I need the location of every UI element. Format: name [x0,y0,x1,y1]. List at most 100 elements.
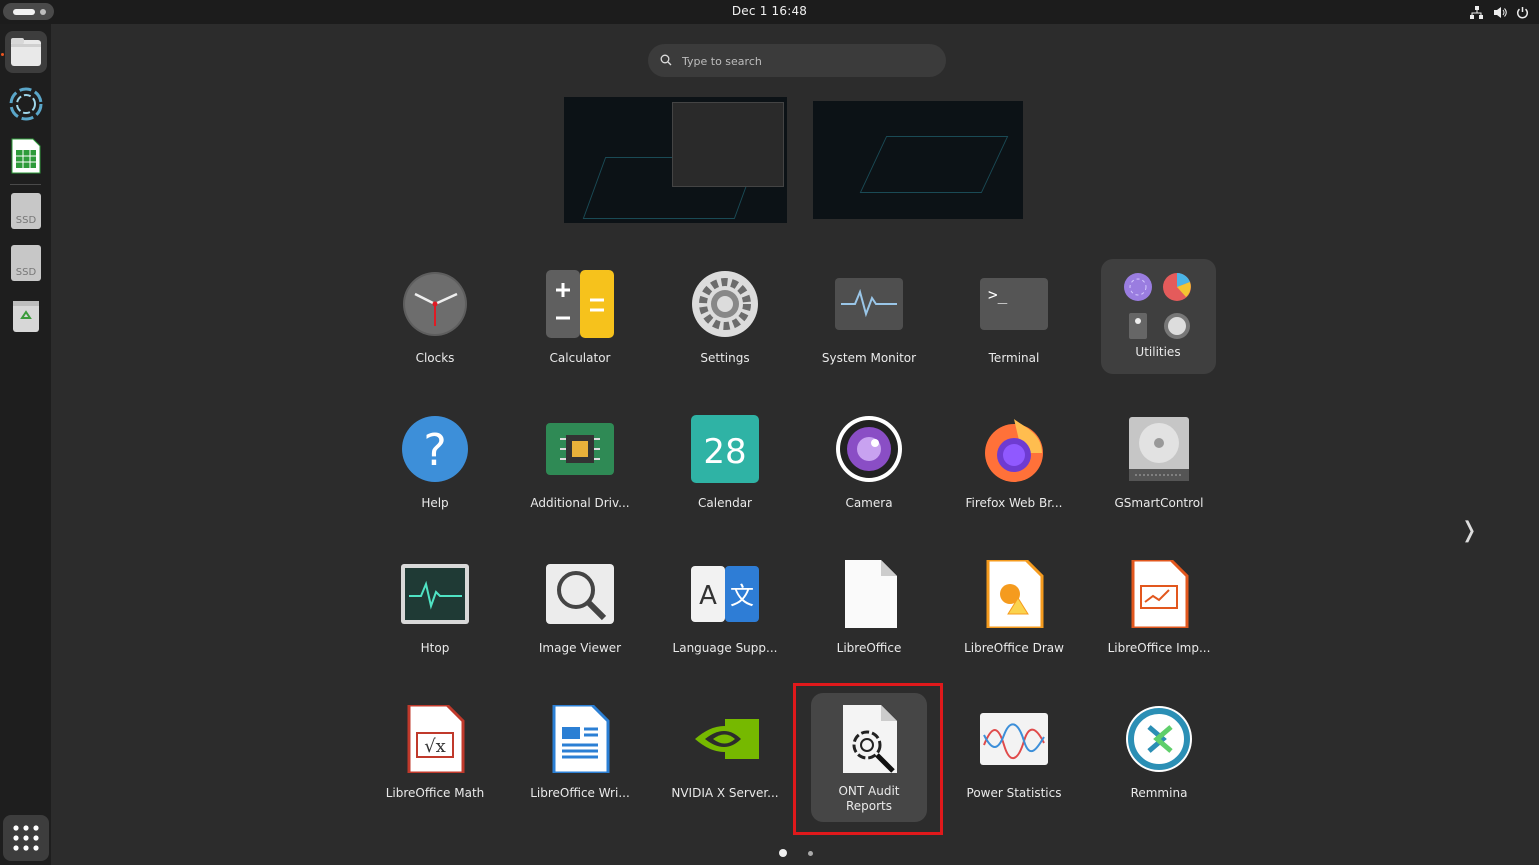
app-libreoffice[interactable]: LibreOffice [807,552,931,664]
files-icon [11,38,41,66]
app-language-support[interactable]: A文 Language Supp... [663,552,787,664]
magnifier-icon [546,564,614,624]
app-label: Power Statistics [966,786,1062,800]
workspace-thumbnail-2[interactable] [813,101,1023,219]
app-label: LibreOffice Imp... [1107,641,1211,655]
running-indicator [1,53,4,56]
help-icon: ? [402,416,468,482]
app-libreoffice-impress[interactable]: LibreOffice Imp... [1097,552,1221,664]
app-label: NVIDIA X Server... [671,786,779,800]
next-page-arrow[interactable]: ❭ [1460,518,1478,543]
selection-highlight-box [793,683,943,835]
app-label: LibreOffice [836,641,902,655]
power-icon[interactable] [1516,4,1529,19]
app-libreoffice-draw[interactable]: LibreOffice Draw [952,552,1076,664]
search-bar[interactable] [648,44,946,79]
clock[interactable]: Dec 1 16:48 [0,4,1539,18]
app-label: Terminal [988,351,1040,365]
search-input[interactable] [680,44,934,79]
app-firefox[interactable]: Firefox Web Br... [952,407,1076,519]
settings-gear-icon [692,271,758,337]
ssd-drive-icon: SSD [11,193,41,229]
dock-files[interactable] [5,31,47,73]
page-indicator-next[interactable] [808,851,813,856]
ssd-drive-icon: SSD [11,245,41,281]
calendar-icon: 28 [691,415,759,483]
app-camera[interactable]: Camera [807,407,931,519]
app-calculator[interactable]: Calculator [518,262,642,374]
page-indicator-current[interactable] [779,849,787,857]
app-label: LibreOffice Draw [964,641,1064,655]
app-label: Calendar [698,496,752,510]
app-power-statistics[interactable]: Power Statistics [952,697,1076,809]
volume-icon[interactable] [1493,4,1507,18]
app-label: Calculator [549,351,611,365]
app-system-monitor[interactable]: System Monitor [807,262,931,374]
utilities-folder-icons [1124,273,1191,339]
svg-text:?: ? [423,425,446,476]
app-label: GSmartControl [1114,496,1204,510]
app-terminal[interactable]: >_ Terminal [952,262,1076,374]
libreoffice-math-icon: √x [407,705,465,773]
system-monitor-icon [835,278,903,330]
network-icon[interactable] [1470,4,1483,19]
top-bar: Dec 1 16:48 [0,0,1539,24]
svg-text:>_: >_ [988,285,1008,304]
app-label: Additional Driv... [530,496,630,510]
hard-drive-icon [1129,417,1189,481]
dock-ssd-1[interactable]: SSD [5,190,47,232]
clock-icon [403,272,467,336]
app-label: Settings [700,351,750,365]
htop-monitor-icon [401,564,469,624]
dock-separator [10,184,41,185]
svg-text:28: 28 [703,432,746,472]
svg-text:A: A [699,581,717,611]
app-label: Htop [420,641,450,655]
window-preview[interactable] [672,102,784,187]
folder-utilities[interactable]: Utilities [1101,259,1216,374]
remmina-icon [1126,706,1192,772]
ont-audit-icon [9,87,43,121]
app-settings[interactable]: Settings [663,262,787,374]
power-statistics-icon [980,713,1048,765]
app-label: System Monitor [821,351,917,365]
app-additional-drivers[interactable]: Additional Driv... [518,407,642,519]
app-label: Firefox Web Br... [965,496,1063,510]
language-icon: A文 [691,566,759,622]
svg-text:√x: √x [424,736,446,757]
app-label: Utilities [1135,345,1181,359]
app-libreoffice-math[interactable]: √x LibreOffice Math [373,697,497,809]
calculator-icon [546,270,614,338]
app-nvidia-settings[interactable]: NVIDIA X Server... [663,697,787,809]
app-label: Language Supp... [672,641,778,655]
camera-icon [836,416,902,482]
app-label: Camera [845,496,893,510]
app-clocks[interactable]: Clocks [373,262,497,374]
libreoffice-draw-icon [986,560,1044,628]
app-libreoffice-writer[interactable]: LibreOffice Wri... [518,697,642,809]
dock-ont-audit[interactable] [5,83,47,125]
chip-icon [546,423,614,475]
firefox-icon [985,419,1043,482]
show-apps-button[interactable] [3,815,49,861]
trash-icon [13,301,39,332]
dock-ssd-2[interactable]: SSD [5,242,47,284]
app-label: LibreOffice Wri... [530,786,630,800]
app-gsmartcontrol[interactable]: GSmartControl [1097,407,1221,519]
workspace-thumbnail-1[interactable] [564,97,787,223]
dock-trash[interactable] [5,294,47,336]
system-tray[interactable] [1470,4,1529,19]
app-htop[interactable]: Htop [373,552,497,664]
document-icon [845,560,897,628]
dock: SSD SSD [0,24,51,865]
app-image-viewer[interactable]: Image Viewer [518,552,642,664]
dock-libreoffice-calc[interactable] [5,135,47,177]
app-calendar[interactable]: 28 Calendar [663,407,787,519]
app-label: Image Viewer [538,641,622,655]
svg-text:文: 文 [730,582,754,610]
app-label: LibreOffice Math [385,786,485,800]
app-help[interactable]: ? Help [373,407,497,519]
search-icon [660,54,672,66]
app-remmina[interactable]: Remmina [1097,697,1221,809]
nvidia-icon [695,719,759,759]
